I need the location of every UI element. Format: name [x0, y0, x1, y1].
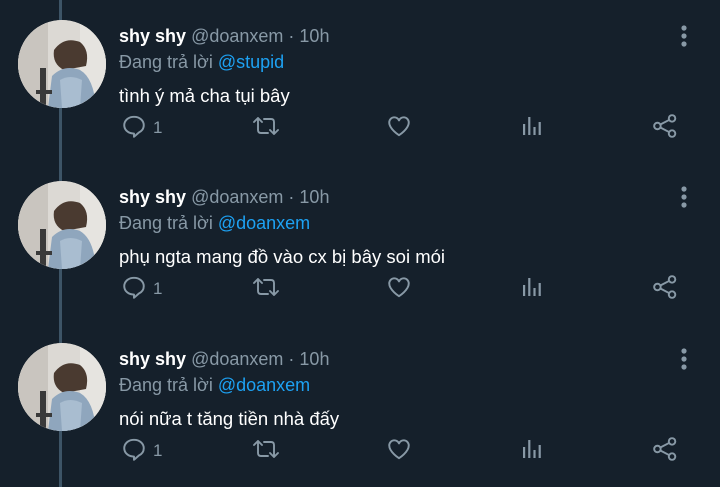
tweet-thread: shy shy @doanxem · 10h Đang trả lời @stu… — [0, 0, 720, 487]
display-name[interactable]: shy shy — [119, 187, 186, 207]
reply-button[interactable]: 1 — [121, 437, 162, 465]
reply-icon — [121, 113, 147, 144]
separator: · — [288, 187, 295, 207]
tweet[interactable]: shy shy @doanxem · 10h Đang trả lời @stu… — [0, 0, 720, 162]
mention-link[interactable]: @doanxem — [218, 375, 310, 395]
reply-icon — [121, 436, 147, 467]
avatar[interactable] — [18, 181, 106, 269]
timestamp[interactable]: 10h — [299, 349, 329, 369]
retweet-button[interactable] — [252, 275, 280, 303]
analytics-button[interactable] — [520, 114, 544, 142]
reply-icon — [121, 274, 147, 305]
display-name[interactable]: shy shy — [119, 349, 186, 369]
heart-icon — [386, 436, 412, 467]
reply-prefix: Đang trả lời — [119, 213, 213, 233]
tweet-header: shy shy @doanxem · 10h — [119, 25, 329, 47]
tweet[interactable]: shy shy @doanxem · 10h Đang trả lời @doa… — [0, 161, 720, 323]
analytics-icon — [520, 274, 544, 305]
reply-count: 1 — [153, 118, 163, 137]
reply-button[interactable]: 1 — [121, 114, 162, 142]
analytics-icon — [520, 436, 544, 467]
heart-icon — [386, 274, 412, 305]
replying-to: Đang trả lời @doanxem — [119, 212, 310, 234]
display-name[interactable]: shy shy — [119, 26, 186, 46]
reply-prefix: Đang trả lời — [119, 52, 213, 72]
share-icon — [652, 274, 678, 305]
share-button[interactable] — [652, 274, 678, 305]
user-handle[interactable]: @doanxem — [191, 26, 283, 46]
reply-button[interactable]: 1 — [121, 275, 162, 303]
avatar[interactable] — [18, 20, 106, 108]
reply-count: 1 — [153, 441, 163, 460]
retweet-button[interactable] — [252, 114, 280, 142]
like-button[interactable] — [386, 275, 412, 303]
like-button[interactable] — [386, 114, 412, 142]
reply-count: 1 — [153, 279, 163, 298]
analytics-button[interactable] — [520, 437, 544, 465]
timestamp[interactable]: 10h — [299, 187, 329, 207]
retweet-icon — [252, 113, 280, 144]
share-button[interactable] — [652, 113, 678, 144]
tweet-text: tình ý mả cha tụi bây — [119, 85, 290, 106]
heart-icon — [386, 113, 412, 144]
replying-to: Đang trả lời @stupid — [119, 51, 284, 73]
share-icon — [652, 113, 678, 144]
reply-prefix: Đang trả lời — [119, 375, 213, 395]
avatar[interactable] — [18, 343, 106, 431]
timestamp[interactable]: 10h — [299, 26, 329, 46]
mention-link[interactable]: @stupid — [218, 52, 284, 72]
retweet-icon — [252, 274, 280, 305]
replying-to: Đang trả lời @doanxem — [119, 374, 310, 396]
more-vertical-icon[interactable] — [674, 24, 694, 48]
analytics-button[interactable] — [520, 275, 544, 303]
like-button[interactable] — [386, 437, 412, 465]
share-icon — [652, 436, 678, 467]
more-vertical-icon[interactable] — [674, 185, 694, 209]
share-button[interactable] — [652, 436, 678, 467]
tweet-header: shy shy @doanxem · 10h — [119, 348, 329, 370]
tweet-text: nói nữa t tăng tiền nhà đấy — [119, 408, 340, 429]
mention-link[interactable]: @doanxem — [218, 213, 310, 233]
analytics-icon — [520, 113, 544, 144]
tweet[interactable]: shy shy @doanxem · 10h Đang trả lời @doa… — [0, 323, 720, 485]
retweet-button[interactable] — [252, 437, 280, 465]
separator: · — [288, 349, 295, 369]
retweet-icon — [252, 436, 280, 467]
tweet-header: shy shy @doanxem · 10h — [119, 186, 329, 208]
more-vertical-icon[interactable] — [674, 347, 694, 371]
user-handle[interactable]: @doanxem — [191, 187, 283, 207]
user-handle[interactable]: @doanxem — [191, 349, 283, 369]
separator: · — [288, 26, 295, 46]
tweet-text: phụ ngta mang đồ vào cx bị bây soi mói — [119, 246, 445, 267]
